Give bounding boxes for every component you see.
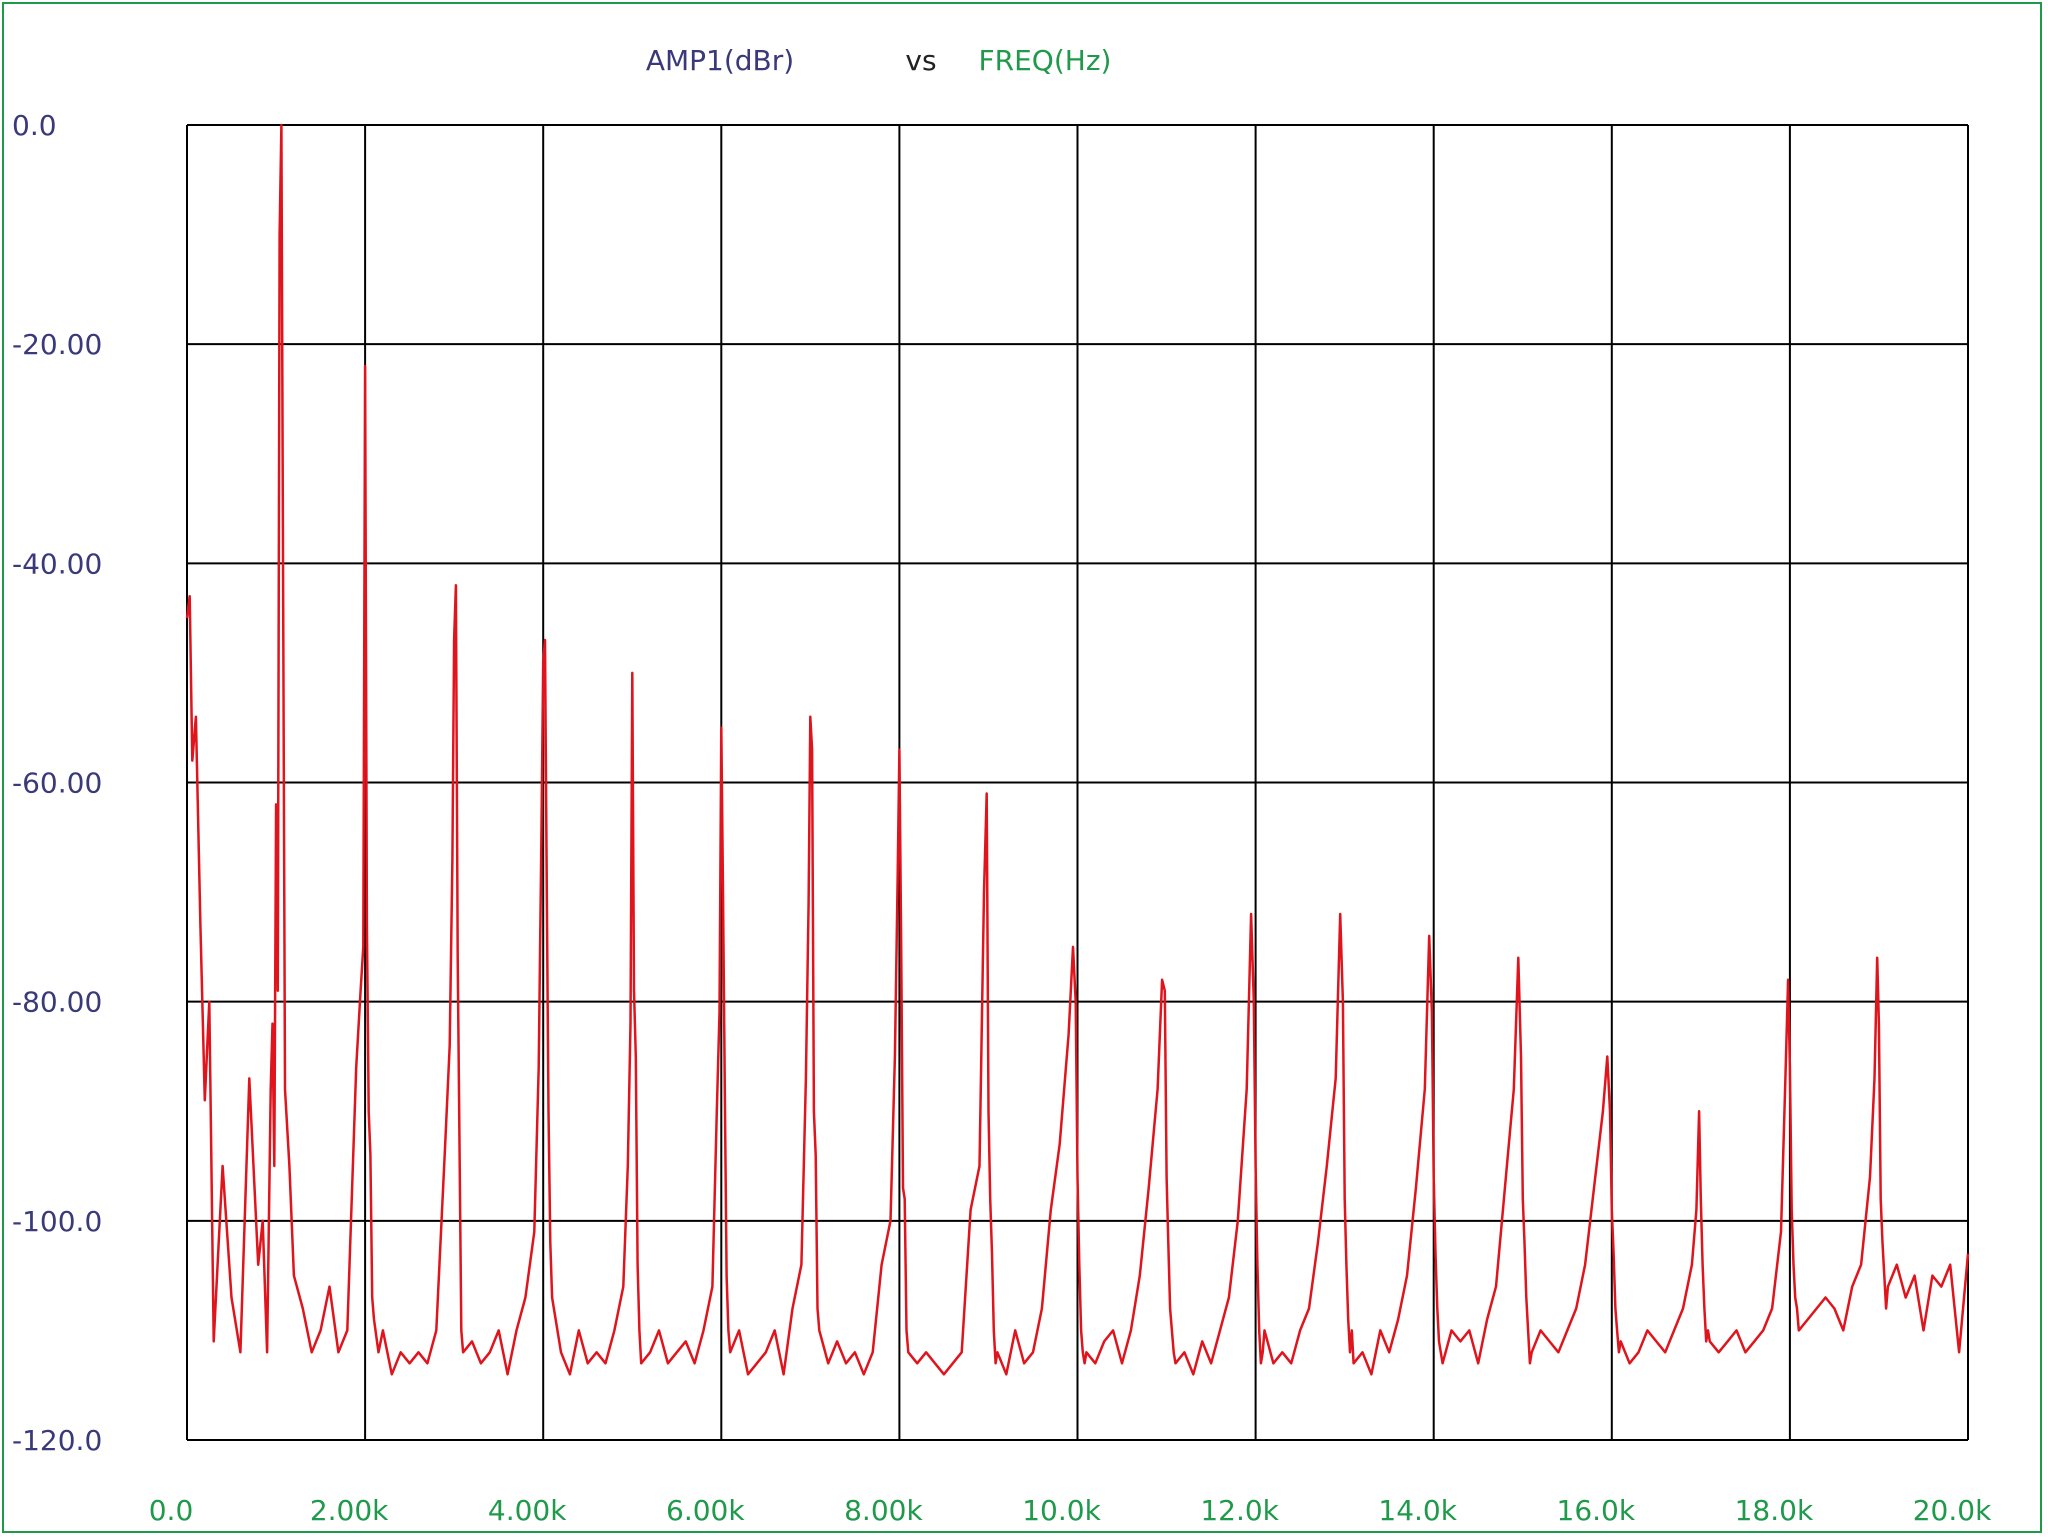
x-tick-label: 6.00k xyxy=(666,1494,745,1527)
y-tick-labels: 0.0 -20.00 -40.00 -60.00 -80.00 -100.0 -120.0 xyxy=(12,109,102,1457)
title-separator: vs xyxy=(905,44,936,77)
x-tick-label: 16.0k xyxy=(1557,1494,1636,1527)
x-tick-label: 10.0k xyxy=(1022,1494,1101,1527)
y-tick-label: -20.00 xyxy=(12,328,102,361)
y-tick-label: -100.0 xyxy=(12,1205,102,1238)
x-tick-label: 18.0k xyxy=(1735,1494,1814,1527)
y-tick-label: 0.0 xyxy=(12,109,57,142)
y-tick-label: -80.00 xyxy=(12,986,102,1019)
y-tick-label: -40.00 xyxy=(12,547,102,580)
x-tick-labels: 0.0 2.00k 4.00k 6.00k 8.00k 10.0k 12.0k 14.0k 16… xyxy=(149,1494,1992,1527)
x-tick-label: 8.00k xyxy=(844,1494,923,1527)
x-tick-label: 12.0k xyxy=(1200,1494,1279,1527)
x-tick-label: 2.00k xyxy=(310,1494,389,1527)
x-tick-label: 0.0 xyxy=(149,1494,194,1527)
title-x-axis-name: FREQ(Hz) xyxy=(979,44,1112,77)
x-tick-label: 14.0k xyxy=(1378,1494,1457,1527)
x-tick-label: 20.0k xyxy=(1913,1494,1992,1527)
spectrum-chart: AMP1(dBr) vs FREQ(Hz) 0.0 -20.00 -40.00 -60… xyxy=(12,44,1992,1527)
x-tick-label: 4.00k xyxy=(488,1494,567,1527)
y-tick-label: -60.00 xyxy=(12,767,102,800)
y-tick-label: -120.0 xyxy=(12,1424,102,1457)
title-y-axis-name: AMP1(dBr) xyxy=(646,44,794,77)
